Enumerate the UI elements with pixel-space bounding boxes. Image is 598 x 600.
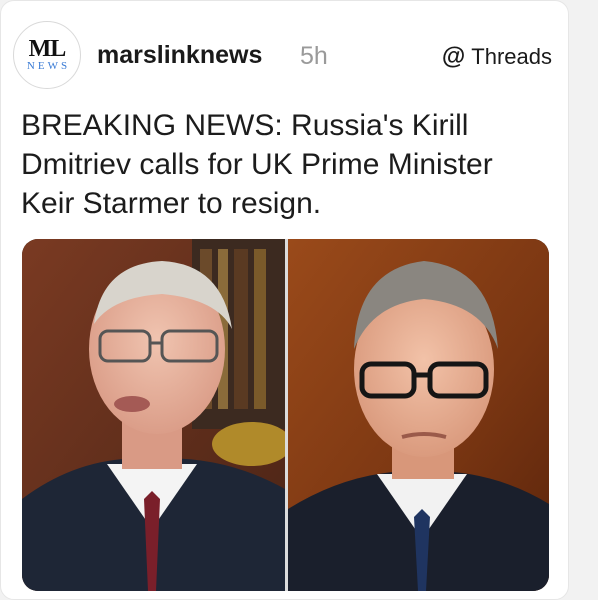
post-header: ML NEWS marslinknews 5h @ Threads: [13, 21, 558, 91]
right-photo: [288, 239, 549, 591]
left-photo: [22, 239, 292, 591]
composite-photo: [22, 239, 549, 591]
username[interactable]: marslinknews: [97, 41, 262, 70]
logo-ml-text: ML: [28, 36, 67, 62]
threads-icon: @: [441, 43, 466, 70]
post-image[interactable]: [22, 239, 549, 591]
threads-badge[interactable]: @ Threads: [442, 44, 552, 70]
post-card: ML NEWS marslinknews 5h @ Threads BREAKI…: [0, 0, 569, 600]
logo-news-text: NEWS: [26, 60, 71, 72]
post-headline: BREAKING NEWS: Russia's Kirill Dmitriev …: [21, 109, 493, 220]
post-time: 5h: [300, 42, 328, 70]
avatar[interactable]: ML NEWS: [13, 21, 81, 89]
threads-label: Threads: [471, 44, 552, 69]
